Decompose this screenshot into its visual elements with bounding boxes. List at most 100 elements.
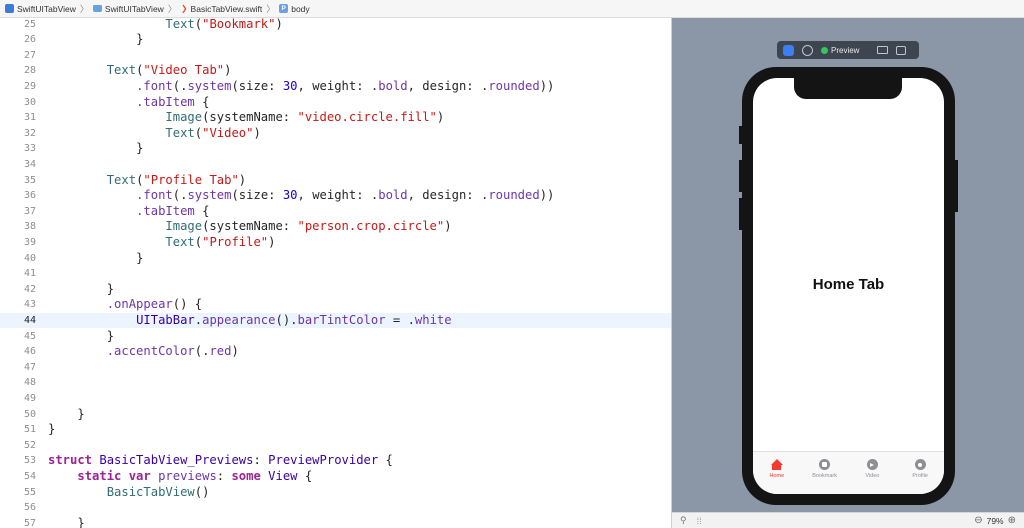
duplicate-preview-icon[interactable] [896,45,907,55]
zoom-in-icon[interactable]: ⊕ [1008,515,1016,526]
live-preview-icon[interactable] [783,44,794,56]
code-text: } [106,281,115,296]
code-line[interactable]: 28 Text("Video Tab") [0,63,671,79]
tab-home-label: Home [769,473,785,479]
code-line[interactable]: 52 [0,438,671,454]
code-line[interactable]: 26 } [0,32,671,48]
line-number: 50 [23,408,36,420]
tab-bookmark[interactable]: Bookmark [803,459,847,494]
line-number: 49 [23,392,36,404]
code-editor[interactable]: 25 Text("Bookmark") 26 } 27 28 Text("Video … [0,18,671,528]
code-text: Text("Profile Tab") [106,172,247,187]
selectable-mode-icon[interactable] [802,44,813,56]
code-text: } [106,328,115,343]
chevron-right-icon: 〉 [266,4,276,14]
code-line[interactable]: 48 [0,375,671,391]
code-line[interactable]: 34 [0,157,671,173]
breadcrumb-folder[interactable]: SwiftUITabView [92,3,164,14]
code-line[interactable]: 40 } [0,251,671,267]
code-line[interactable]: 43 .onAppear() { [0,297,671,313]
line-number: 56 [23,502,36,514]
code-line[interactable]: 56 [0,500,671,516]
breadcrumb-file-label: BasicTabView.swift [190,3,263,14]
line-number: 25 [23,18,36,30]
code-text: .tabItem { [136,94,210,109]
code-line[interactable]: 31 Image(systemName: "video.circle.fill"… [0,110,671,126]
code-line[interactable]: 41 [0,266,671,282]
code-line[interactable]: 33 } [0,141,671,157]
code-line[interactable]: 53 struct BasicTabView_Previews: PreviewP… [0,453,671,469]
code-line[interactable]: 54 static var previews: some View { [0,469,671,485]
breadcrumb-folder-label: SwiftUITabView [104,3,164,14]
person-crop-circle-icon [914,459,926,470]
breadcrumb-symbol-label: body [291,3,310,14]
simulator-screen[interactable]: Home Tab Home Bookmark Video Profile [753,78,944,494]
line-number: 31 [23,112,36,124]
line-number: 30 [23,96,36,108]
tab-video[interactable]: Video [850,459,894,494]
preview-canvas: Preview Home Tab Home Bookmark Video Pro… [672,18,1024,528]
breadcrumb-project-label: SwiftUITabView [17,3,76,14]
code-line[interactable]: 30 .tabItem { [0,95,671,111]
tab-profile[interactable]: Profile [898,459,942,494]
code-text: .accentColor(.red) [106,344,239,359]
code-line[interactable]: 37 .tabItem { [0,204,671,220]
property-icon: P [279,4,289,13]
code-line[interactable]: 45 } [0,329,671,345]
code-line[interactable]: 42 } [0,282,671,298]
tab-home[interactable]: Home [755,459,799,494]
code-text: Image(systemName: "video.circle.fill") [165,110,445,125]
line-number: 35 [23,174,36,186]
code-line[interactable]: 57 } [0,516,671,528]
code-line[interactable]: 47 [0,360,671,376]
code-line[interactable]: 49 [0,391,671,407]
home-tab-title: Home Tab [812,276,885,293]
chevron-right-icon: 〉 [167,4,177,14]
code-text: } [77,406,85,421]
zoom-out-icon[interactable]: ⊖ [974,515,982,526]
code-text: BasicTabView() [106,484,210,499]
line-number: 43 [23,299,36,311]
device-settings-icon[interactable] [877,46,889,54]
breadcrumb-project[interactable]: SwiftUITabView [5,4,76,14]
code-text: struct BasicTabView_Previews: PreviewPro… [48,453,393,468]
preview-toolbar: Preview [777,41,919,59]
line-number: 53 [23,455,36,467]
code-line[interactable]: 55 BasicTabView() [0,485,671,501]
house-icon [770,459,783,470]
code-line[interactable]: 29 .font(.system(size: 30, weight: .bold… [0,79,671,95]
line-number: 29 [23,80,36,92]
code-text: UITabBar.appearance().barTintColor = .wh… [136,312,452,327]
code-text: .tabItem { [136,203,210,218]
line-number: 46 [23,346,36,358]
code-line[interactable]: 36 .font(.system(size: 30, weight: .bold… [0,188,671,204]
line-number: 57 [23,517,36,528]
swift-file-icon: ❯ [180,4,188,13]
breadcrumb-symbol[interactable]: P body [279,3,310,14]
chevron-right-icon: 〉 [79,4,89,14]
code-text: } [136,141,144,156]
code-line[interactable]: 51} [0,422,671,438]
code-text: .onAppear() { [106,297,203,312]
grid-icon[interactable]: ⁞⁞ [697,516,702,526]
breadcrumb-file[interactable]: ❯ BasicTabView.swift [180,3,263,14]
preview-status-label: Preview [831,45,860,55]
code-line[interactable]: 25 Text("Bookmark") [0,18,671,32]
zoom-level: 79% [986,515,1004,526]
code-line[interactable]: 38 Image(systemName: "person.crop.circle… [0,219,671,235]
line-number: 39 [23,236,36,248]
code-line[interactable]: 35 Text("Profile Tab") [0,173,671,189]
code-line[interactable]: 46 .accentColor(.red) [0,344,671,360]
code-line[interactable]: 50 } [0,407,671,423]
device-notch [794,77,902,99]
video-circle-icon [866,459,878,470]
code-line[interactable]: 32 Text("Video") [0,126,671,142]
line-number: 28 [23,65,36,77]
code-line[interactable]: 27 [0,48,671,64]
line-number: 33 [23,143,36,155]
status-dot-icon [821,46,828,54]
code-line[interactable]: 44 UITabBar.appearance().barTintColor = … [0,312,671,329]
code-line[interactable]: 39 Text("Profile") [0,235,671,251]
code-text: } [48,422,56,437]
pin-icon[interactable]: ⚲ [680,515,687,526]
